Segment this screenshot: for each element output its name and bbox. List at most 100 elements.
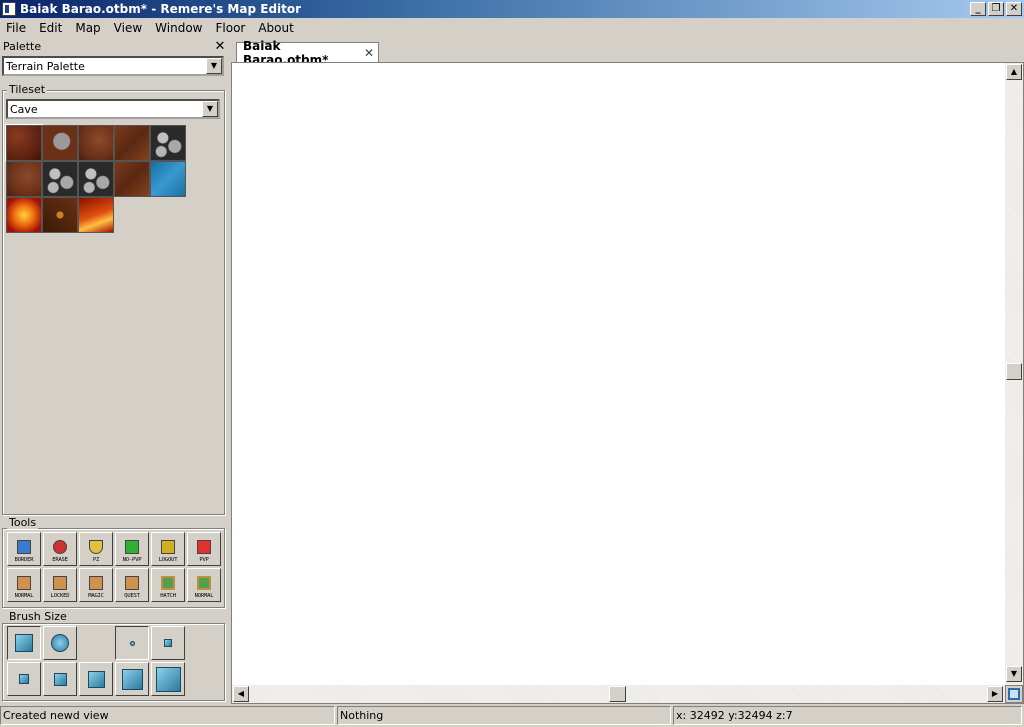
menu-window[interactable]: Window	[149, 21, 209, 35]
close-window-button[interactable]: ✕	[1006, 2, 1022, 16]
vertical-scrollbar[interactable]: ▲ ▼	[1005, 63, 1023, 685]
palette-selector-value: Terrain Palette	[6, 59, 85, 73]
green-flag-icon	[125, 540, 139, 554]
tools-label: Tools	[7, 516, 39, 529]
tool-label: MAGIC	[88, 593, 104, 599]
tool-hatch-window-button[interactable]: HATCH	[151, 568, 185, 602]
tool-magic-door-button[interactable]: MAGIC	[79, 568, 113, 602]
scroll-left-icon[interactable]: ◀	[233, 686, 249, 702]
minimize-button[interactable]: _	[970, 2, 986, 16]
brush-shape-square-button[interactable]	[7, 626, 41, 660]
menu-edit[interactable]: Edit	[33, 21, 69, 35]
map-canvas[interactable]	[232, 63, 1005, 683]
locked-door-icon	[53, 576, 67, 590]
tool-label: BORDER	[14, 557, 34, 563]
zoom-fit-button[interactable]	[1005, 685, 1023, 703]
window-title: Baiak Barao.otbm* - Remere's Map Editor	[20, 2, 302, 16]
tile-cave-rock[interactable]	[150, 125, 186, 161]
tile-lava-2[interactable]	[78, 197, 114, 233]
tool-logout-button[interactable]: LOGOUT	[151, 532, 185, 566]
tool-label: NORMAL	[14, 593, 34, 599]
brush-size-3-icon	[19, 674, 29, 684]
menu-file[interactable]: File	[0, 21, 33, 35]
map-tab[interactable]: Baiak Barao.otbm* ✕	[236, 39, 379, 67]
title-bar: Baiak Barao.otbm* - Remere's Map Editor …	[0, 0, 1024, 18]
tool-quest-door-button[interactable]: QUEST	[115, 568, 149, 602]
tool-no-pvp-button[interactable]: NO-PVP	[115, 532, 149, 566]
tool-label: NORMAL	[194, 593, 214, 599]
menu-view[interactable]: View	[108, 21, 149, 35]
menu-map[interactable]: Map	[69, 21, 107, 35]
brush-size-label: Brush Size	[7, 610, 69, 623]
tile-lava[interactable]	[6, 197, 42, 233]
close-tab-icon[interactable]: ✕	[364, 46, 374, 60]
tile-lava-cracked[interactable]	[42, 197, 78, 233]
menu-bar: File Edit Map View Window Floor About	[0, 18, 1024, 38]
tool-normal-window-button[interactable]: NORMAL	[187, 568, 221, 602]
tool-label: PZ	[92, 557, 100, 563]
tool-erase-button[interactable]: ERASE	[43, 532, 77, 566]
door-icon	[17, 576, 31, 590]
fit-view-icon	[1008, 688, 1020, 700]
tool-label: NO-PVP	[122, 557, 142, 563]
tool-label: LOGOUT	[158, 557, 178, 563]
app-icon	[2, 2, 16, 16]
brush-size-1-button[interactable]	[115, 626, 149, 660]
tool-label: PVP	[199, 557, 209, 563]
scroll-right-icon[interactable]: ▶	[987, 686, 1003, 702]
tool-normal-door-button[interactable]: NORMAL	[7, 568, 41, 602]
quest-door-icon	[125, 576, 139, 590]
horizontal-scroll-thumb[interactable]	[609, 686, 626, 702]
tile-cave-dirt-4[interactable]	[114, 161, 150, 197]
menu-about[interactable]: About	[252, 21, 300, 35]
red-flag-icon	[197, 540, 211, 554]
scroll-down-icon[interactable]: ▼	[1006, 666, 1022, 682]
tile-cave-rock-3[interactable]	[78, 161, 114, 197]
brush-shape-circle-button[interactable]	[43, 626, 77, 660]
menu-floor[interactable]: Floor	[209, 21, 252, 35]
shield-icon	[89, 540, 103, 554]
lock-icon	[161, 540, 175, 554]
tile-cave-dirt[interactable]	[5, 124, 43, 162]
tool-pz-button[interactable]: PZ	[79, 532, 113, 566]
tool-label: ERASE	[52, 557, 68, 563]
tileset-label: Tileset	[7, 83, 48, 96]
horizontal-scrollbar[interactable]: ◀ ▶	[232, 685, 1005, 703]
tile-cave-rock-dirt[interactable]	[42, 125, 78, 161]
border-icon	[17, 540, 31, 554]
tool-pvp-button[interactable]: PVP	[187, 532, 221, 566]
map-frame: ▲ ▼ ◀ ▶	[231, 62, 1024, 704]
tile-water[interactable]	[150, 161, 186, 197]
scroll-up-icon[interactable]: ▲	[1006, 64, 1022, 80]
vertical-scroll-thumb[interactable]	[1006, 363, 1022, 380]
chevron-down-icon[interactable]: ▼	[206, 58, 222, 74]
tile-cave-dirt-3[interactable]	[6, 161, 42, 197]
hatch-window-icon	[161, 576, 175, 590]
brush-size-2-button[interactable]	[151, 626, 185, 660]
brush-size-4-button[interactable]	[43, 662, 77, 696]
brush-size-5-icon	[87, 670, 105, 688]
document-tab-bar: Baiak Barao.otbm* ✕	[231, 38, 1024, 67]
brush-size-1-icon	[129, 640, 135, 646]
brush-size-7-button[interactable]	[151, 662, 185, 696]
window-icon	[197, 576, 211, 590]
brush-size-7-icon	[155, 666, 181, 692]
chevron-down-icon[interactable]: ▼	[202, 101, 218, 117]
maximize-button[interactable]: ❐	[988, 2, 1004, 16]
brush-size-3-button[interactable]	[7, 662, 41, 696]
magic-door-icon	[89, 576, 103, 590]
tile-cave-dirt-cracked[interactable]	[114, 125, 150, 161]
brush-size-6-icon	[121, 668, 143, 690]
tool-locked-door-button[interactable]: LOCKED	[43, 568, 77, 602]
brush-size-4-icon	[53, 672, 67, 686]
circle-brush-icon	[51, 634, 69, 652]
tile-cave-dirt-2[interactable]	[78, 125, 114, 161]
brush-size-5-button[interactable]	[79, 662, 113, 696]
tile-cave-rock-2[interactable]	[42, 161, 78, 197]
status-selection: Nothing	[337, 706, 671, 725]
brush-size-6-button[interactable]	[115, 662, 149, 696]
palette-close-icon[interactable]: ✕	[212, 39, 228, 54]
tool-border-button[interactable]: BORDER	[7, 532, 41, 566]
tileset-selector[interactable]: Cave ▼	[6, 99, 220, 119]
palette-selector[interactable]: Terrain Palette ▼	[2, 56, 224, 76]
